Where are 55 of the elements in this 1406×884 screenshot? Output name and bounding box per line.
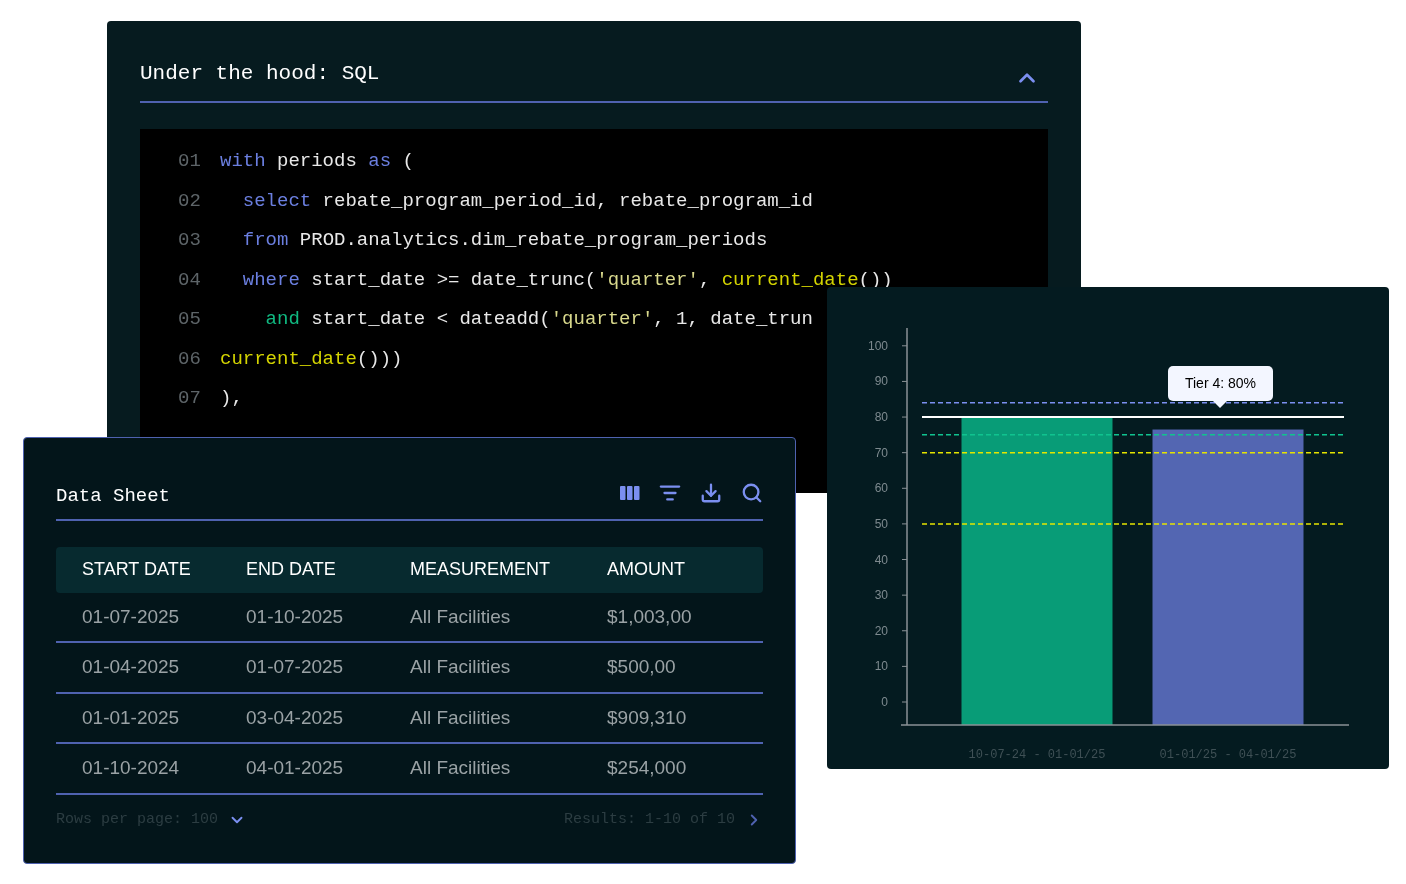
y-tick-label: 60 <box>874 481 888 496</box>
line-number: 03 <box>178 228 202 253</box>
table-cell-text: 01-10-2025 <box>246 604 345 629</box>
table-cell-text: 01-07-2025 <box>82 604 181 629</box>
code-line: and start_date < dateadd('quarter', 1, date_trun <box>264 307 813 332</box>
y-tick-label: 90 <box>874 374 888 389</box>
x-tick-label: 01-01/25 - 04-01/25 <box>1159 748 1297 762</box>
search-icon <box>741 482 763 505</box>
table-cell-text: 01-10-2024 <box>82 756 181 780</box>
table-cell-text: $909,310 <box>607 705 688 730</box>
table-cell-text: 01-04-2025 <box>82 655 181 679</box>
y-tick-label: 40 <box>874 552 888 567</box>
y-tick-label: 80 <box>874 410 888 425</box>
line-number: 05 <box>178 307 202 332</box>
table-cell-text: $254,000 <box>607 756 688 780</box>
line-number: 07 <box>178 386 202 411</box>
code-line: from PROD.analytics.dim_rebate_program_periods <box>241 228 768 253</box>
y-tick-label: 0 <box>881 695 888 709</box>
download-button[interactable] <box>700 482 722 505</box>
y-tick-label: 30 <box>874 588 888 603</box>
column-header: MEASUREMENT <box>410 558 551 581</box>
y-tick-label: 20 <box>874 623 888 638</box>
code-line: current_date())) <box>220 346 403 372</box>
download-icon <box>700 482 722 505</box>
search-button[interactable] <box>741 482 763 505</box>
code-line: with periods as ( <box>220 149 414 174</box>
column-header: AMOUNT <box>607 558 686 581</box>
tooltip: Tier 4: 80% <box>1168 366 1273 408</box>
table-cell-text: 01-07-2025 <box>246 655 345 679</box>
panel-title: Data Sheet <box>56 484 171 509</box>
code-line: select rebate_program_period_id, rebate_program_id <box>241 188 813 214</box>
x-tick-label: 10-07-24 - 01-01/25 <box>968 748 1106 762</box>
table-cell-text: 03-04-2025 <box>246 705 345 730</box>
table-cell-text: $500,00 <box>607 655 677 679</box>
columns-button[interactable] <box>620 485 640 502</box>
table-cell-text: All Facilities <box>410 604 512 629</box>
line-number: 06 <box>178 346 202 372</box>
y-tick-label: 10 <box>874 659 888 674</box>
table-cell-text: All Facilities <box>410 756 512 780</box>
column-header: END DATE <box>246 558 337 581</box>
line-number: 04 <box>178 267 202 293</box>
y-tick-label: 70 <box>874 445 888 460</box>
line-number: 02 <box>178 188 202 214</box>
panel-title: Under the hood: SQL <box>140 61 380 88</box>
code-line: ), <box>220 386 243 411</box>
table-cell-text: 04-01-2025 <box>246 756 345 780</box>
table-cell-text: All Facilities <box>410 705 512 730</box>
column-header: START DATE <box>82 558 192 581</box>
table-cell-text: All Facilities <box>410 655 512 679</box>
line-number: 01 <box>178 149 202 174</box>
table-cell-text: 01-01-2025 <box>82 705 181 730</box>
y-tick-label: 100 <box>867 338 888 353</box>
y-tick-label: 50 <box>874 516 888 531</box>
columns-icon <box>620 485 640 502</box>
table-cell-text: $1,003,00 <box>607 604 693 629</box>
